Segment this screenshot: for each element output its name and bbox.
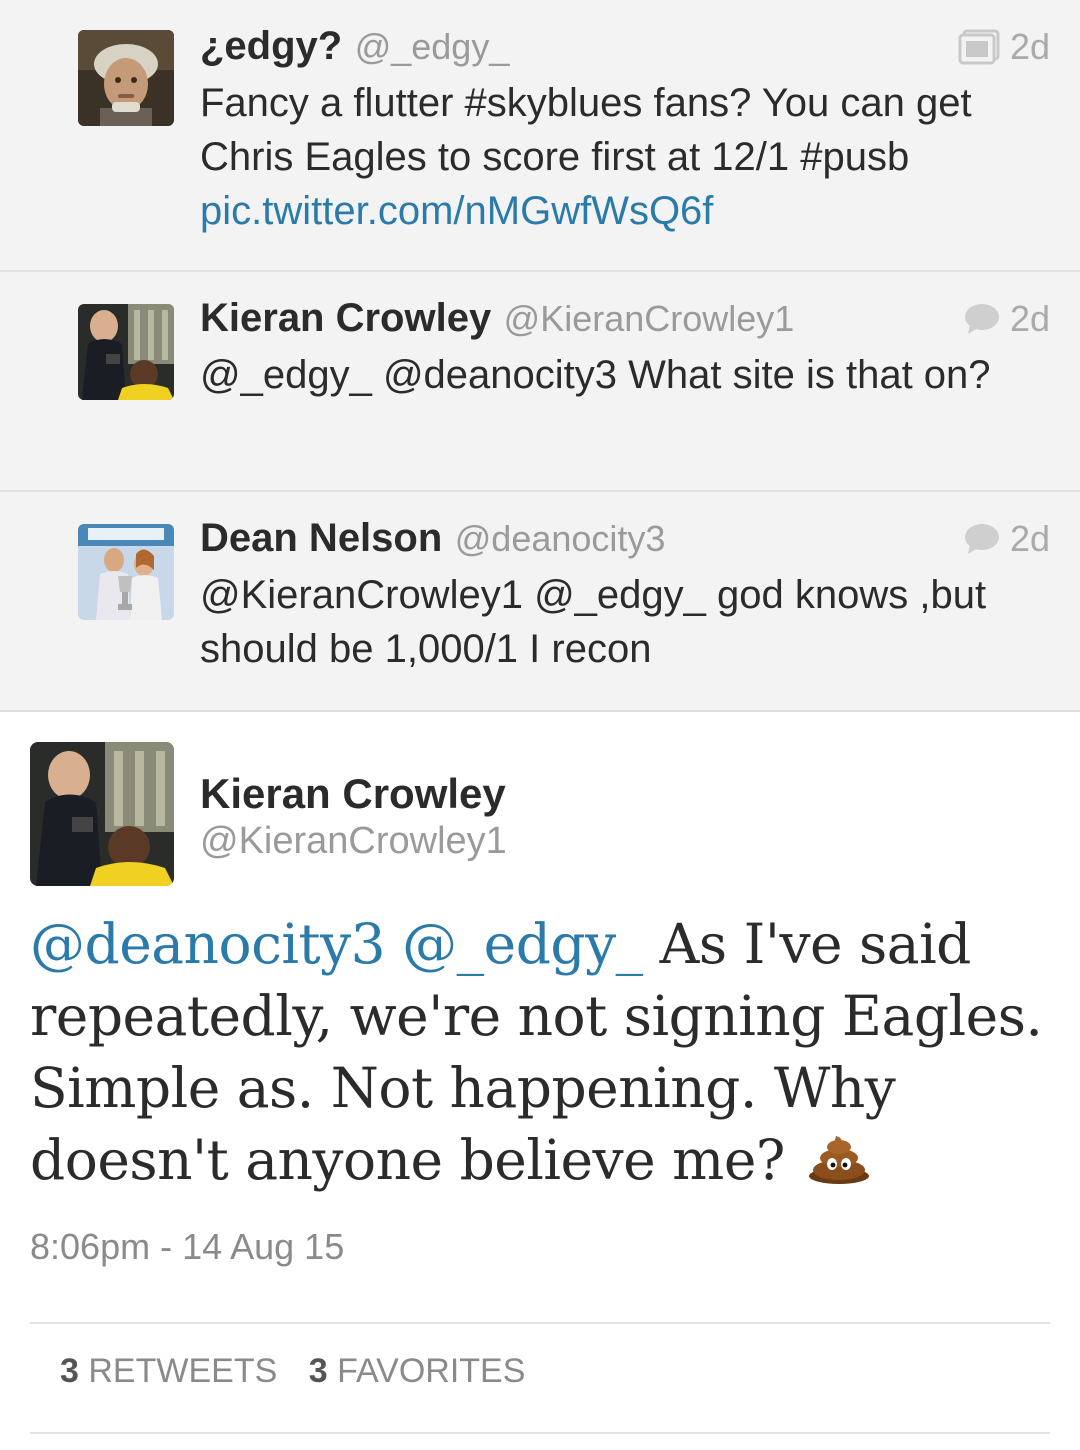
tweet-header: Dean Nelson @deanocity3 2d <box>200 516 1050 566</box>
favorites-label: FAVORITES <box>337 1352 526 1390</box>
tweet-time: 2d <box>1009 518 1050 559</box>
pile-of-poo-emoji <box>808 1129 870 1201</box>
image-icon <box>958 29 1000 65</box>
main-author-handle[interactable]: @KieranCrowley1 <box>200 820 507 863</box>
tweet-meta: 2d <box>964 298 1050 340</box>
tweet-header: Kieran Crowley @KieranCrowley1 2d <box>200 296 1050 346</box>
tweet-meta: 2d <box>964 518 1050 560</box>
main-avatar[interactable] <box>30 742 174 886</box>
divider <box>30 1432 1050 1434</box>
favorites-count: 3 <box>308 1352 328 1390</box>
tweet-pic-link[interactable]: pic.twitter.com/nMGwfWsQ6f <box>200 189 713 233</box>
tweet-time: 2d <box>1009 26 1050 67</box>
main-tweet-text: @deanocity3 @_edgy_ As I've said repeate… <box>30 908 1060 1201</box>
reply-bubble-icon <box>964 524 999 554</box>
tweet-text: Fancy a flutter #skyblues fans? You can … <box>200 76 1020 238</box>
tweet-text: @KieranCrowley1 @_edgy_ god knows ,but s… <box>200 573 987 671</box>
tweet-text-body: Fancy a flutter #skyblues fans? You can … <box>200 81 972 179</box>
retweets-label: RETWEETS <box>88 1352 278 1390</box>
author-name[interactable]: Dean Nelson <box>200 516 442 560</box>
tweet-header: ¿edgy? @_edgy_ 2d <box>200 24 1050 74</box>
tweet-time: 2d <box>1009 298 1050 339</box>
mention-edgy[interactable]: @_edgy_ <box>402 912 643 976</box>
author-handle[interactable]: @_edgy_ <box>355 26 510 67</box>
tweet-meta: 2d <box>958 26 1050 68</box>
author-handle[interactable]: @KieranCrowley1 <box>504 298 795 339</box>
avatar-dean[interactable] <box>78 524 174 620</box>
avatar-edgy[interactable] <box>78 30 174 126</box>
thread-tweet-3[interactable]: Dean Nelson @deanocity3 2d @KieranCrowle… <box>0 490 1080 710</box>
divider <box>30 1322 1050 1324</box>
focused-tweet: Kieran Crowley @KieranCrowley1 @deanocit… <box>0 710 1080 1450</box>
retweets-stat[interactable]: 3 RETWEETS <box>60 1352 277 1390</box>
author-handle[interactable]: @deanocity3 <box>455 518 666 559</box>
reply-bubble-icon <box>964 304 999 334</box>
thread-tweet-1[interactable]: ¿edgy? @_edgy_ 2d Fancy a flutter #skybl… <box>0 0 1080 270</box>
main-author-name[interactable]: Kieran Crowley <box>200 770 506 818</box>
retweets-count: 3 <box>60 1352 79 1390</box>
avatar-kieran[interactable] <box>78 304 174 400</box>
favorites-stat[interactable]: 3 FAVORITES <box>309 1352 526 1390</box>
author-name[interactable]: ¿edgy? <box>200 24 342 68</box>
thread-tweet-2[interactable]: Kieran Crowley @KieranCrowley1 2d @_edgy… <box>0 270 1080 490</box>
author-name[interactable]: Kieran Crowley <box>200 296 491 340</box>
mention-deanocity3[interactable]: @deanocity3 <box>30 912 386 976</box>
tweet-timestamp[interactable]: 8:06pm - 14 Aug 15 <box>30 1226 344 1268</box>
tweet-text: @_edgy_ @deanocity3 What site is that on… <box>200 353 991 397</box>
tweet-stats: 3 RETWEETS 3 FAVORITES <box>60 1352 547 1391</box>
